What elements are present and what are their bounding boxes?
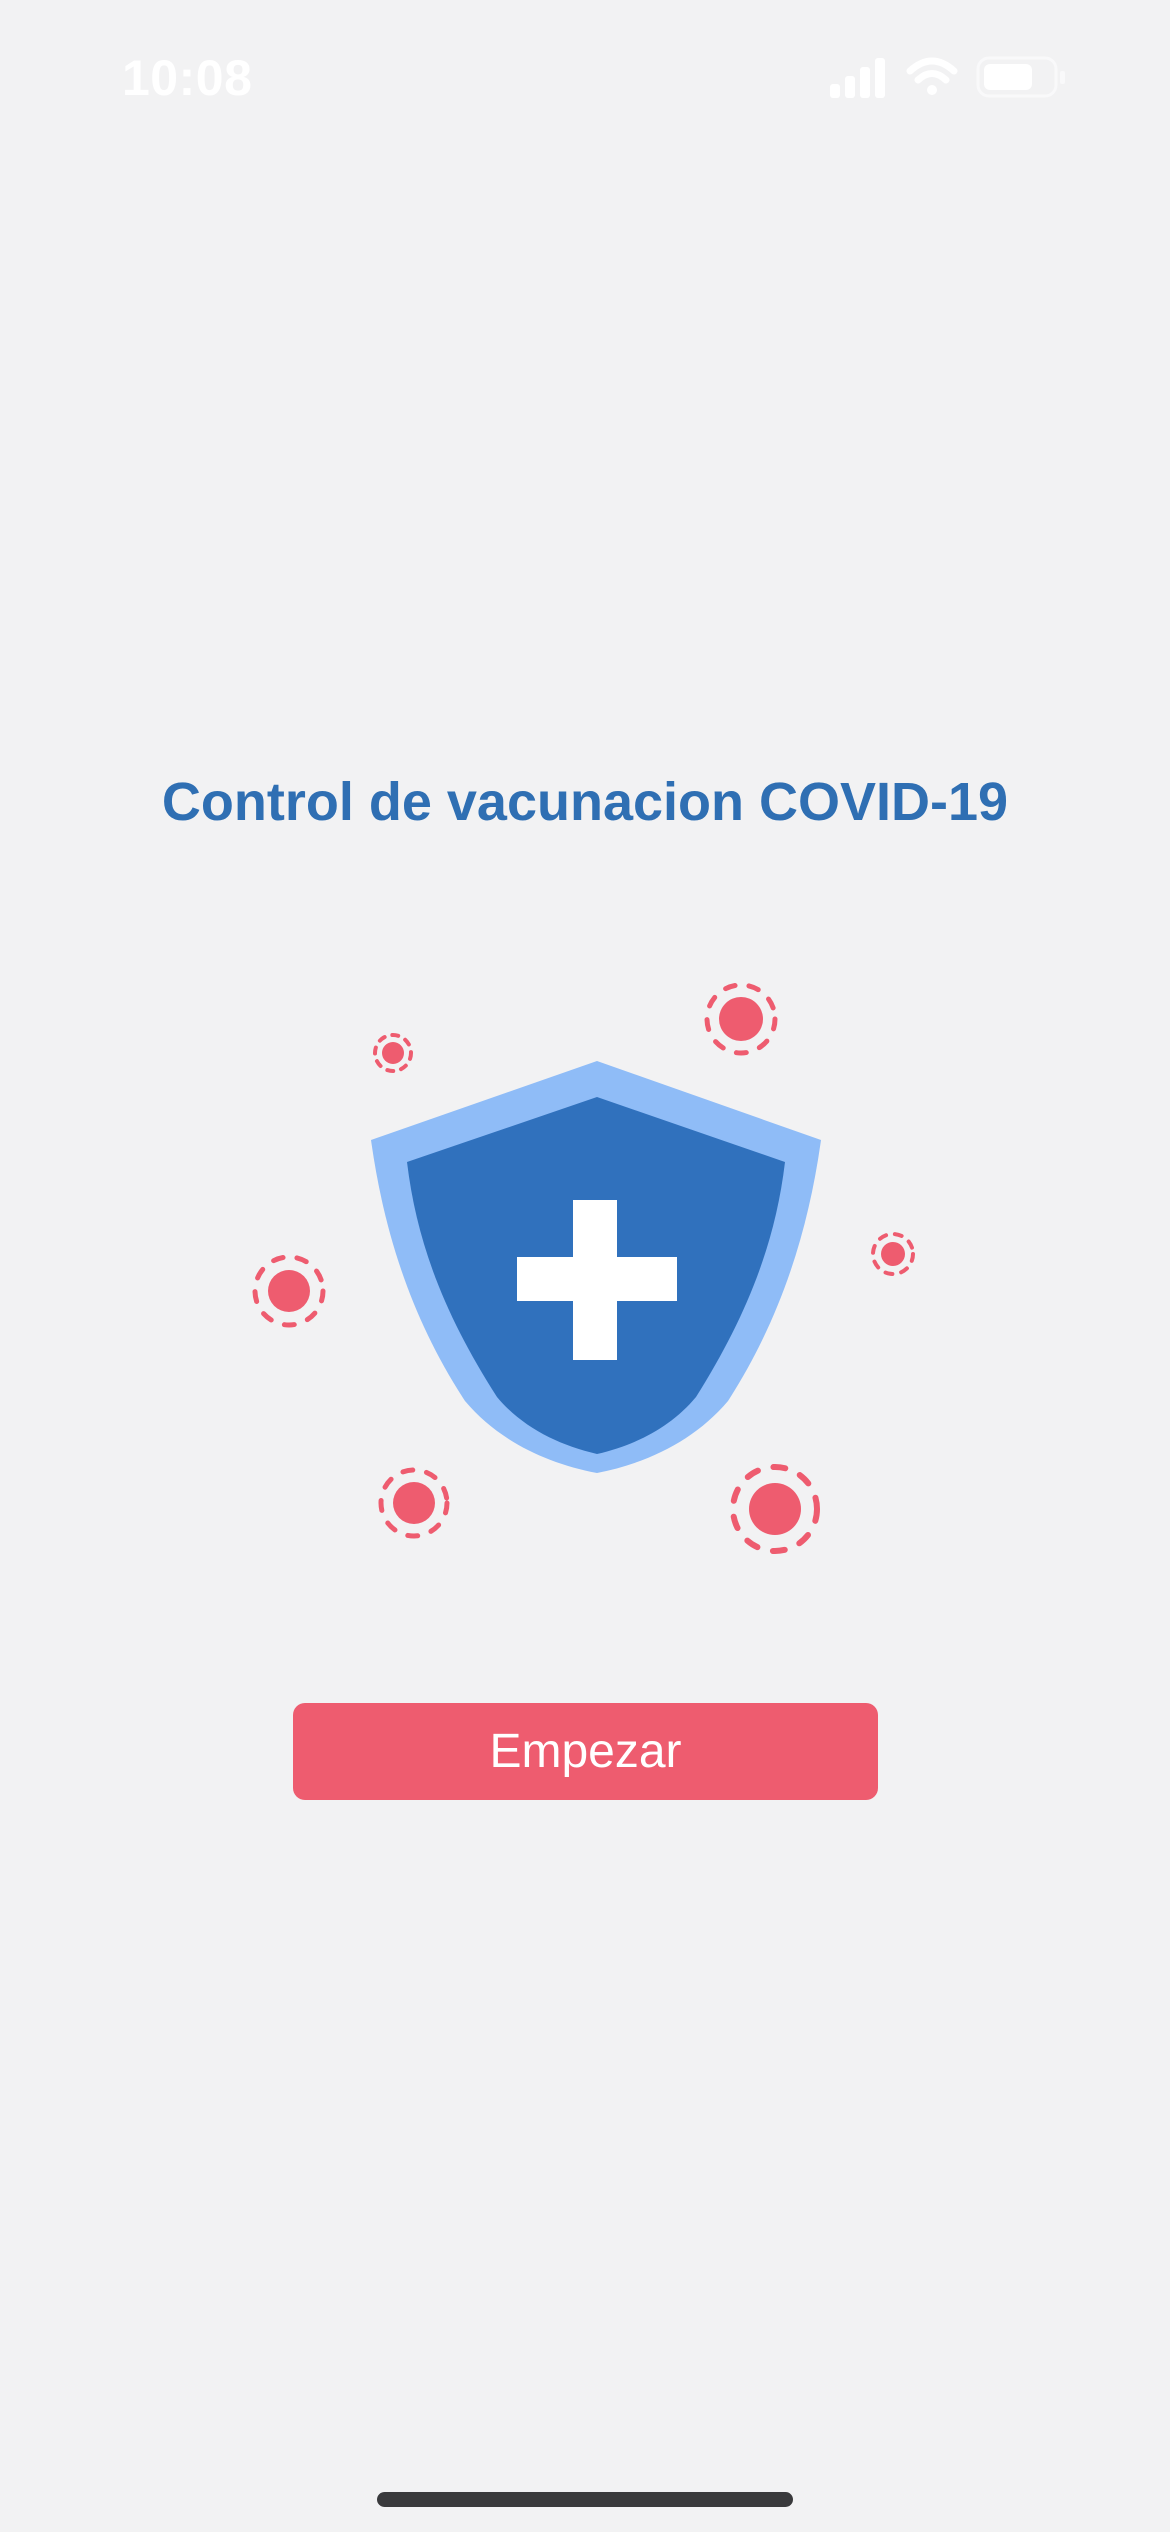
page-title: Control de vacunacion COVID-19 [161,772,1009,832]
status-bar: 10:08 [0,0,1170,150]
virus-icon [373,1033,413,1073]
virus-icon [704,982,778,1056]
virus-icon [252,1254,326,1328]
battery-icon [976,56,1065,98]
status-icons [830,56,1065,98]
virus-icon [871,1232,915,1276]
shield-plus-icon [371,1061,821,1473]
wifi-icon [906,57,958,95]
signal-icon [830,58,885,98]
status-time: 10:08 [122,50,253,106]
home-indicator[interactable] [377,2492,793,2507]
virus-icon [730,1464,820,1554]
vaccine-shield-illustration [252,982,915,1554]
start-button[interactable]: Empezar [293,1703,878,1800]
virus-icon [378,1467,450,1539]
